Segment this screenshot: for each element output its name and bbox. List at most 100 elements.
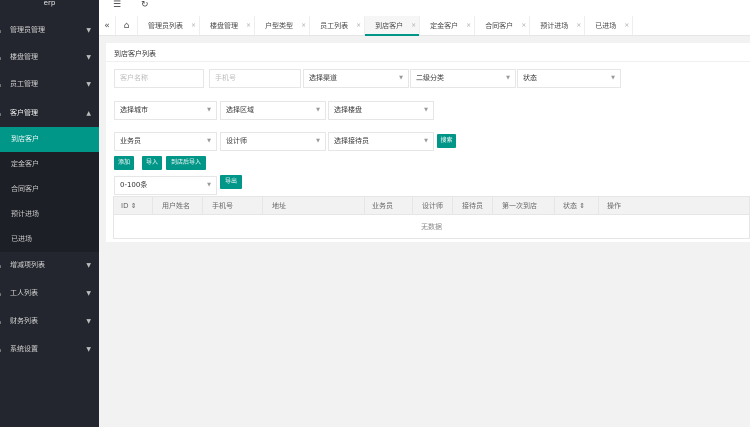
- tab-label: 预计进场: [540, 21, 569, 30]
- receptionist-select[interactable]: 选择接待员 ▼: [328, 132, 434, 151]
- import-after-visit-button[interactable]: 到店后导入: [166, 156, 206, 170]
- sidebar-item-settings[interactable]: ⌂ 系统设置 ▼: [0, 336, 99, 363]
- sidebar-item-workers[interactable]: ⌂ 工人列表 ▼: [0, 280, 99, 307]
- caret-down-icon: ▼: [316, 138, 320, 144]
- column-status[interactable]: 状态 ⇕: [563, 197, 585, 215]
- tab-expected-entry[interactable]: 预计进场 ×: [530, 16, 586, 35]
- range-select[interactable]: 0-100条 ▼: [114, 176, 217, 195]
- import-button[interactable]: 导入: [142, 156, 162, 170]
- card-title: 到店客户列表: [114, 50, 156, 58]
- salesman-select[interactable]: 业务员 ▼: [114, 132, 217, 151]
- tab-staff-list[interactable]: 员工列表 ×: [310, 16, 366, 35]
- select-value: 设计师: [226, 137, 247, 145]
- sidebar-item-staff[interactable]: ⌂ 员工管理 ▼: [0, 71, 99, 98]
- search-button[interactable]: 搜索: [437, 134, 456, 148]
- tab-label: 楼盘管理: [210, 21, 239, 30]
- sort-icon[interactable]: ⇕: [131, 202, 137, 210]
- sidebar-item-label: 增减项列表: [10, 261, 45, 269]
- top-header: ☰ ↻: [99, 0, 750, 16]
- sidebar-item-label: 楼盘管理: [10, 53, 38, 61]
- select-value: 0-100条: [120, 181, 148, 189]
- designer-select[interactable]: 设计师 ▼: [220, 132, 326, 151]
- tab-store-customers[interactable]: 到店客户 ×: [365, 16, 421, 36]
- area-select[interactable]: 选择区域 ▼: [220, 101, 326, 120]
- sidebar-item-label: 管理员管理: [10, 26, 45, 34]
- chevron-down-icon: ▼: [86, 318, 91, 325]
- tab-contract-customers[interactable]: 合同客户 ×: [475, 16, 531, 35]
- divider: [412, 197, 413, 215]
- divider: [452, 197, 453, 215]
- sidebar-subitem-store-customers[interactable]: 到店客户: [0, 127, 99, 152]
- sidebar-subitem-expected-entry[interactable]: 预计进场: [0, 202, 99, 227]
- menu-fold-icon[interactable]: ☰: [113, 0, 121, 10]
- close-icon[interactable]: ×: [576, 22, 581, 29]
- tab-deposit-customers[interactable]: 定金客户 ×: [420, 16, 476, 35]
- tab-label: 定金客户: [430, 21, 459, 30]
- sidebar-subitem-deposit-customers[interactable]: 定金客户: [0, 152, 99, 177]
- close-icon[interactable]: ×: [356, 22, 361, 29]
- column-address: 地址: [272, 202, 286, 210]
- sidebar-item-admin[interactable]: ⌂ 管理员管理 ▼: [0, 17, 99, 44]
- close-icon[interactable]: ×: [411, 22, 416, 29]
- close-icon[interactable]: ×: [466, 22, 471, 29]
- customer-name-input[interactable]: 客户名称: [114, 69, 204, 88]
- add-button[interactable]: 添加: [114, 156, 134, 170]
- tab-estate[interactable]: 楼盘管理 ×: [200, 16, 256, 35]
- table-header: ID ⇕ 用户姓名 手机号 地址 业务员 设计师 接待员 第一次到店 状态 ⇕ …: [114, 197, 749, 215]
- caret-down-icon: ▼: [207, 182, 211, 188]
- tab-entered[interactable]: 已进场 ×: [585, 16, 634, 35]
- column-actions: 操作: [607, 202, 621, 210]
- column-designer: 设计师: [422, 202, 443, 210]
- city-select[interactable]: 选择城市 ▼: [114, 101, 217, 120]
- close-icon[interactable]: ×: [191, 22, 196, 29]
- close-icon[interactable]: ×: [521, 22, 526, 29]
- refresh-icon[interactable]: ↻: [141, 0, 149, 10]
- brand-logo: erp: [43, 0, 56, 7]
- chevron-down-icon: ▼: [86, 290, 91, 297]
- double-chevron-left-icon[interactable]: «: [99, 16, 116, 35]
- home-icon: ⌂: [0, 100, 1, 127]
- home-icon: ⌂: [0, 252, 1, 279]
- subcategory-select[interactable]: 二级分类 ▼: [410, 69, 516, 88]
- close-icon[interactable]: ×: [246, 22, 251, 29]
- sort-icon[interactable]: ⇕: [579, 202, 585, 210]
- close-icon[interactable]: ×: [624, 22, 629, 29]
- sidebar-item-estate[interactable]: ⌂ 楼盘管理 ▼: [0, 44, 99, 71]
- phone-input[interactable]: 手机号: [209, 69, 301, 88]
- channel-select[interactable]: 选择渠道 ▼: [303, 69, 409, 88]
- sidebar-item-customers[interactable]: ⌂ 客户管理 ▲: [0, 100, 99, 127]
- column-label: 状态: [563, 202, 577, 210]
- home-icon[interactable]: ⌂: [116, 16, 138, 35]
- status-select[interactable]: 状态 ▼: [517, 69, 621, 88]
- divider: [262, 197, 263, 215]
- divider: [492, 197, 493, 215]
- sidebar-submenu: 到店客户 定金客户 合同客户 预计进场 已进场: [0, 127, 99, 252]
- select-value: 选择接待员: [334, 137, 369, 145]
- tab-label: 户型类型: [265, 21, 294, 30]
- home-icon: ⌂: [0, 17, 1, 44]
- column-username: 用户姓名: [162, 202, 190, 210]
- column-id[interactable]: ID ⇕: [121, 197, 137, 215]
- chevron-down-icon: ▼: [86, 27, 91, 34]
- export-button[interactable]: 导出: [220, 175, 242, 189]
- sidebar-subitem-entered[interactable]: 已进场: [0, 227, 99, 252]
- sidebar-subitem-contract-customers[interactable]: 合同客户: [0, 177, 99, 202]
- empty-state: 无数据: [421, 223, 442, 231]
- divider: [598, 197, 599, 215]
- caret-down-icon: ▼: [424, 138, 428, 144]
- app: erp ⌂ 管理员管理 ▼ ⌂ 楼盘管理 ▼ ⌂ 员工管理 ▼ ⌂ 客户管理 ▲…: [0, 0, 750, 427]
- home-icon: ⌂: [0, 308, 1, 335]
- close-icon[interactable]: ×: [301, 22, 306, 29]
- tab-admin-list[interactable]: 管理员列表 ×: [138, 16, 201, 35]
- tab-house-type[interactable]: 户型类型 ×: [255, 16, 311, 35]
- home-icon: ⌂: [0, 44, 1, 71]
- chevron-down-icon: ▼: [86, 54, 91, 61]
- sidebar-item-finance[interactable]: ⌂ 财务列表 ▼: [0, 308, 99, 335]
- divider: [152, 197, 153, 215]
- tab-label: 管理员列表: [148, 21, 183, 30]
- estate-select[interactable]: 选择楼盘 ▼: [328, 101, 434, 120]
- caret-down-icon: ▼: [424, 107, 428, 113]
- sidebar-item-adjustments[interactable]: ⌂ 增减项列表 ▼: [0, 252, 99, 279]
- tab-label: 合同客户: [485, 21, 514, 30]
- sidebar-item-label: 工人列表: [10, 289, 38, 297]
